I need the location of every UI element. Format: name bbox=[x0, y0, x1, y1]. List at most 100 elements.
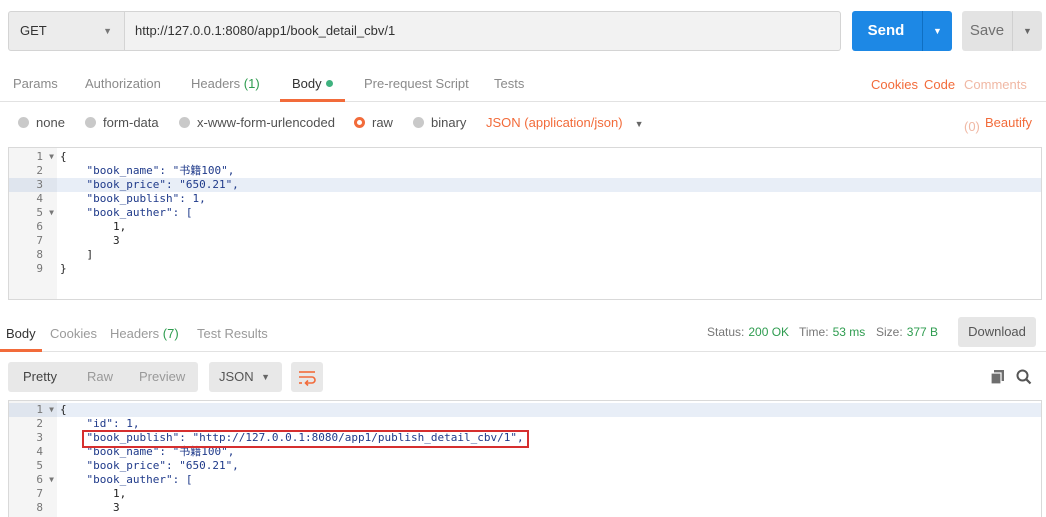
radio-circle-icon bbox=[18, 117, 29, 128]
tab-authorization[interactable]: Authorization bbox=[85, 64, 161, 102]
line-number-cell: 5 ▼ bbox=[9, 206, 57, 220]
send-label: Send bbox=[867, 22, 905, 39]
code-text: "book_auther": [ bbox=[60, 473, 193, 486]
line-number-cell: 5 bbox=[9, 459, 57, 473]
tab-body-label: Body bbox=[292, 76, 322, 91]
line-number-cell: 4 bbox=[9, 192, 57, 206]
method-select[interactable]: GET ▼ bbox=[8, 11, 125, 51]
tab-tests[interactable]: Tests bbox=[494, 64, 524, 102]
radio-circle-icon bbox=[179, 117, 190, 128]
fold-toggle-icon[interactable]: ▼ bbox=[49, 403, 54, 417]
response-tab-test-results[interactable]: Test Results bbox=[197, 314, 268, 352]
line-number-cell: 6 bbox=[9, 220, 57, 234]
tab-pre-request-script[interactable]: Pre-request Script bbox=[364, 64, 469, 102]
radio-raw[interactable]: raw bbox=[354, 103, 393, 143]
status-value: 200 OK bbox=[748, 325, 790, 339]
save-button[interactable]: Save ▼ bbox=[962, 11, 1042, 51]
wrap-lines-button[interactable] bbox=[291, 362, 323, 392]
code-text: "book_auther": [ bbox=[60, 206, 193, 219]
chevron-down-icon: ▼ bbox=[261, 372, 270, 382]
code-text: } bbox=[60, 262, 67, 275]
response-format-select[interactable]: JSON ▼ bbox=[209, 362, 282, 392]
url-input[interactable]: http://127.0.0.1:8080/app1/book_detail_c… bbox=[125, 11, 841, 51]
beautify-link[interactable]: Beautify bbox=[985, 103, 1032, 143]
fold-toggle-icon[interactable]: ▼ bbox=[49, 150, 54, 164]
code-line: 9} bbox=[9, 262, 1041, 276]
tab-body[interactable]: Body bbox=[280, 64, 345, 102]
radio-circle-icon bbox=[85, 117, 96, 128]
view-preview-button[interactable]: Preview bbox=[139, 362, 185, 392]
view-raw-button[interactable]: Raw bbox=[87, 362, 113, 392]
copy-icon[interactable] bbox=[989, 368, 1007, 386]
content-type-select[interactable]: JSON (application/json) ▼ bbox=[486, 103, 643, 144]
code-text: "book_price": "650.21", bbox=[60, 459, 239, 472]
response-tab-headers[interactable]: Headers (7) bbox=[110, 314, 179, 352]
line-number-cell: 4 bbox=[9, 445, 57, 459]
line-number-cell: 1 ▼ bbox=[9, 403, 57, 417]
line-number: 6 bbox=[36, 220, 43, 233]
code-line: 1 ▼{ bbox=[9, 403, 1041, 417]
radio-form-data[interactable]: form-data bbox=[85, 103, 159, 143]
view-pretty-button[interactable]: Pretty bbox=[23, 362, 57, 392]
line-number: 4 bbox=[36, 445, 43, 458]
line-number: 5 bbox=[36, 206, 43, 219]
size-label: Size: bbox=[876, 325, 903, 339]
line-number: 3 bbox=[36, 178, 43, 191]
highlight-annotation-box bbox=[82, 430, 529, 448]
line-number: 4 bbox=[36, 192, 43, 205]
request-body-editor[interactable]: 1 ▼{2 "book_name": "书籍100", 3 "book_price"… bbox=[8, 147, 1042, 300]
code-line: 5 "book_price": "650.21", bbox=[9, 459, 1041, 473]
line-number: 5 bbox=[36, 459, 43, 472]
time-value: 53 ms bbox=[832, 325, 866, 339]
code-link[interactable]: Code bbox=[924, 64, 955, 106]
tab-headers-label: Headers bbox=[191, 76, 241, 91]
code-text: "book_publish": 1, bbox=[60, 192, 206, 205]
response-tab-cookies[interactable]: Cookies bbox=[50, 314, 97, 352]
code-text: "book_name": "书籍100", bbox=[60, 164, 235, 177]
response-tab-headers-label: Headers bbox=[110, 326, 160, 341]
code-text: 1, bbox=[60, 220, 127, 233]
search-icon[interactable] bbox=[1015, 368, 1033, 386]
fold-toggle-icon[interactable]: ▼ bbox=[49, 206, 54, 220]
code-text: { bbox=[60, 403, 67, 416]
line-number-cell: 3 bbox=[9, 178, 57, 192]
radio-binary[interactable]: binary bbox=[413, 103, 466, 143]
response-tabs: Body Cookies Headers (7) Test Results St… bbox=[0, 314, 1046, 352]
code-line: 8 3 bbox=[9, 501, 1041, 515]
line-number: 3 bbox=[36, 431, 43, 444]
chevron-down-icon: ▼ bbox=[634, 119, 644, 129]
radio-form-data-label: form-data bbox=[103, 115, 159, 130]
save-options-chevron-icon[interactable]: ▼ bbox=[1013, 11, 1042, 51]
line-number: 1 bbox=[36, 403, 43, 416]
line-number: 7 bbox=[36, 234, 43, 247]
line-number: 1 bbox=[36, 150, 43, 163]
download-button[interactable]: Download bbox=[958, 317, 1036, 347]
send-options-chevron-icon[interactable]: ▼ bbox=[923, 11, 952, 51]
response-body-viewer[interactable]: 1 ▼{2 "id": 1, 3 "book_publish": "http://1… bbox=[8, 400, 1042, 517]
send-button[interactable]: Send ▼ bbox=[852, 11, 952, 51]
response-tab-body[interactable]: Body bbox=[0, 314, 42, 352]
content-type-label: JSON (application/json) bbox=[486, 115, 623, 130]
radio-raw-label: raw bbox=[372, 115, 393, 130]
line-number-cell: 7 bbox=[9, 234, 57, 248]
line-number-cell: 7 bbox=[9, 487, 57, 501]
status-label: Status: bbox=[707, 325, 745, 339]
response-view-toggle: Pretty Raw Preview bbox=[8, 362, 198, 392]
radio-urlencoded[interactable]: x-www-form-urlencoded bbox=[179, 103, 335, 143]
cookies-link[interactable]: Cookies bbox=[871, 64, 918, 106]
code-text: 1, bbox=[60, 487, 127, 500]
line-number: 2 bbox=[36, 164, 43, 177]
code-line: 6 1, bbox=[9, 220, 1041, 234]
line-number-cell: 1 ▼ bbox=[9, 150, 57, 164]
response-tab-headers-count: (7) bbox=[162, 326, 179, 341]
line-number: 6 bbox=[36, 473, 43, 486]
radio-binary-label: binary bbox=[431, 115, 467, 130]
radio-none[interactable]: none bbox=[18, 103, 65, 143]
tab-params[interactable]: Params bbox=[13, 64, 58, 102]
line-number-cell: 6 ▼ bbox=[9, 473, 57, 487]
fold-toggle-icon[interactable]: ▼ bbox=[49, 473, 54, 487]
code-line: 2 "id": 1, bbox=[9, 417, 1041, 431]
line-number-cell: 3 bbox=[9, 431, 57, 445]
tab-headers[interactable]: Headers (1) bbox=[191, 64, 260, 102]
code-line: 4 "book_publish": 1, bbox=[9, 192, 1041, 206]
